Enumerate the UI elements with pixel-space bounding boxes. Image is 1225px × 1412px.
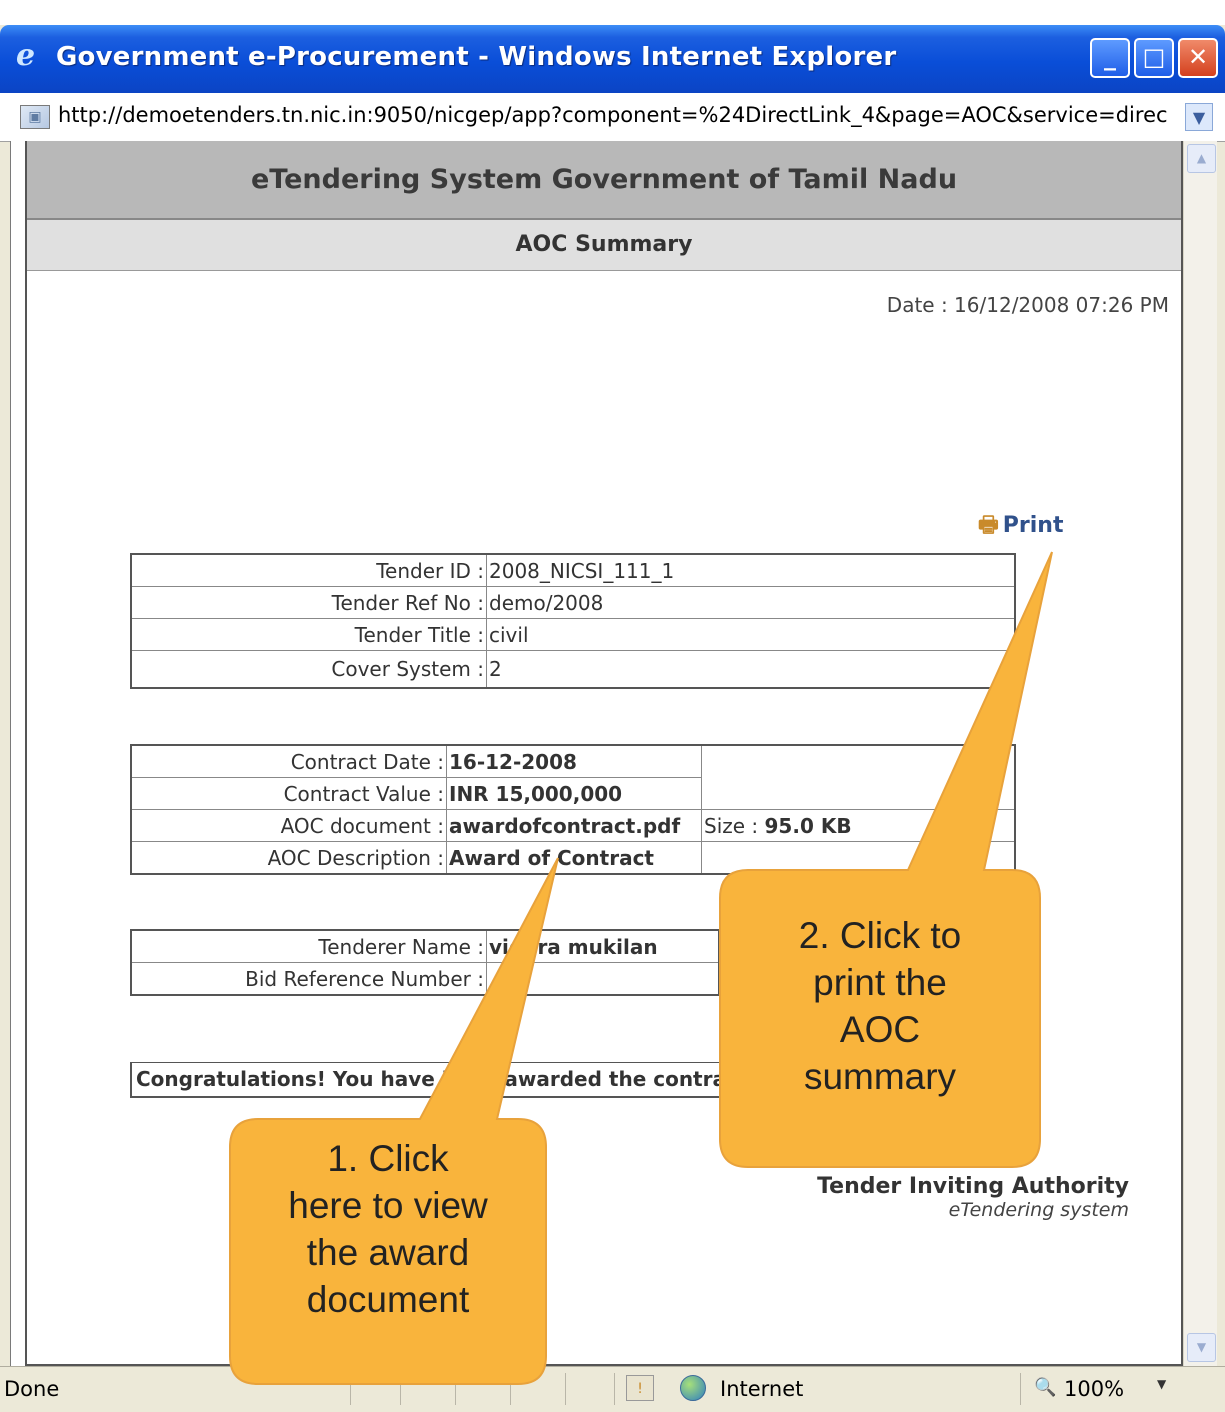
callout-line: summary — [803, 1056, 957, 1097]
callout-line: 2. Click to — [798, 915, 962, 956]
callout-print-text: 2. Click to print the AOC summary — [720, 912, 1040, 1100]
callout-line: AOC — [839, 1009, 921, 1050]
callout-line: 1. Click — [327, 1138, 449, 1179]
callout-line: here to view — [288, 1185, 488, 1226]
callout-document-text: 1. Click here to view the award document — [230, 1135, 546, 1323]
callout-line: the award — [306, 1232, 470, 1273]
callout-line: print the — [813, 962, 947, 1003]
callout-overlay — [229, 551, 1053, 1385]
callout-line: document — [306, 1279, 470, 1320]
